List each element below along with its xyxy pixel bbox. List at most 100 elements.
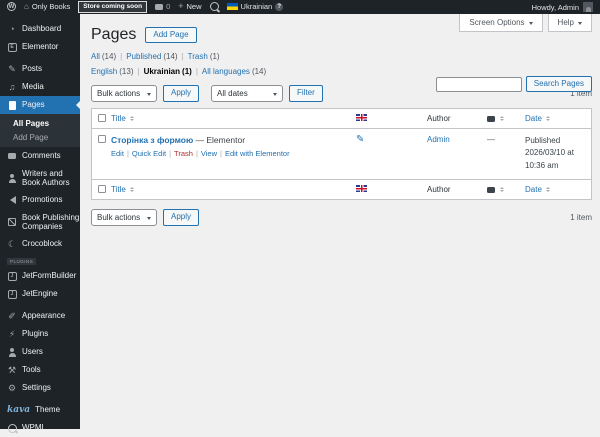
table-footer-row: Title Author Date xyxy=(92,179,591,199)
add-page-button[interactable]: Add Page xyxy=(145,26,197,44)
edit-action[interactable]: Edit xyxy=(111,149,124,158)
sidebar-item-jetformbuilder[interactable]: J JetFormBuilder xyxy=(0,267,80,285)
view-action[interactable]: View xyxy=(201,149,217,158)
sidebar-item-settings[interactable]: ⚙ Settings xyxy=(0,379,80,397)
search-pages-button[interactable]: Search Pages xyxy=(525,76,592,93)
page-title-link[interactable]: Сторінка з формою xyxy=(111,135,193,145)
site-name-link[interactable]: ⌂ Only Books xyxy=(24,2,70,11)
crocoblock-crescent-icon: ☾ xyxy=(7,238,17,249)
screen-options-tab[interactable]: Screen Options xyxy=(459,14,543,32)
comments-indicator[interactable]: 0 xyxy=(155,2,170,11)
sort-by-title[interactable]: Title xyxy=(111,185,134,194)
sort-arrows-icon xyxy=(129,185,134,194)
new-label: New xyxy=(186,2,202,12)
sidebar-item-wpml[interactable]: WPML xyxy=(0,419,80,437)
sidebar-item-label: Crocoblock xyxy=(22,239,63,249)
author-link[interactable]: Admin xyxy=(427,135,480,144)
sidebar-item-book-publishing[interactable]: Book Publishing Companies xyxy=(0,209,80,235)
sidebar-item-label: Plugins xyxy=(22,329,49,339)
sort-by-date[interactable]: Date xyxy=(525,185,550,194)
sidebar-item-label: Dashboard xyxy=(22,24,62,34)
sidebar-item-label: JetEngine xyxy=(22,289,58,299)
posts-pin-icon: ✎ xyxy=(8,63,16,74)
table-row: Сторінка з формою — Elementor Edit | Qui… xyxy=(92,129,591,179)
author-column-header: Author xyxy=(427,185,451,195)
sidebar-item-jetengine[interactable]: J JetEngine xyxy=(0,285,80,303)
filter-separator: | xyxy=(195,67,198,76)
quick-edit-action[interactable]: Quick Edit xyxy=(132,149,166,158)
admin-sidebar: ◔ Dashboard E Elementor ✎ Posts ♫ Media … xyxy=(0,14,80,433)
edit-square-icon xyxy=(7,218,17,226)
edit-with-elementor-action[interactable]: Edit with Elementor xyxy=(225,149,290,158)
sidebar-item-elementor[interactable]: E Elementor xyxy=(0,38,80,56)
action-separator: | xyxy=(220,149,222,158)
sidebar-item-promotions[interactable]: Promotions xyxy=(0,191,80,209)
edit-translation-pencil-icon[interactable]: ✎ xyxy=(356,134,364,145)
help-tab[interactable]: Help xyxy=(547,14,592,32)
user-avatar[interactable] xyxy=(583,2,593,12)
sort-by-comments[interactable] xyxy=(480,185,517,194)
sort-arrows-icon xyxy=(129,114,134,123)
kava-logo: kava xyxy=(7,405,31,415)
ukraine-flag-icon xyxy=(226,3,238,11)
filter-separator: | xyxy=(137,67,140,76)
status-filter-links: All (14) | Published (14) | Trash (1) xyxy=(91,52,592,61)
sidebar-item-label: Pages xyxy=(22,100,45,110)
sidebar-item-pages[interactable]: Pages xyxy=(0,96,80,114)
sidebar-item-writers[interactable]: Writers and Book Authors xyxy=(0,165,80,191)
plugin-icon: ⚡ xyxy=(8,328,16,339)
trash-action[interactable]: Trash xyxy=(174,149,193,158)
sort-arrows-icon xyxy=(545,114,550,123)
submenu-item-add-page[interactable]: Add Page xyxy=(0,130,80,144)
search-input[interactable] xyxy=(435,76,522,92)
filter-ukrainian-current[interactable]: Ukrainian (1) xyxy=(144,67,192,76)
select-all-checkbox[interactable] xyxy=(98,114,106,122)
sidebar-item-appearance[interactable]: ✐ Appearance xyxy=(0,307,80,325)
settings-gear-icon: ⚙ xyxy=(7,382,17,393)
wordpress-logo-icon[interactable]: W xyxy=(7,2,16,12)
date-status: Published xyxy=(525,136,561,145)
help-label: Help xyxy=(557,18,574,27)
sidebar-item-posts[interactable]: ✎ Posts xyxy=(0,60,80,78)
megaphone-icon xyxy=(7,196,17,204)
language-switcher[interactable]: Ukrainian ? xyxy=(226,2,284,12)
bulk-actions-select[interactable]: Bulk actions xyxy=(91,209,157,227)
sidebar-item-media[interactable]: ♫ Media xyxy=(0,78,80,96)
wpml-icon[interactable] xyxy=(209,2,219,12)
paintbrush-icon: ✐ xyxy=(8,310,16,321)
filter-all[interactable]: All (14) xyxy=(91,52,116,61)
sidebar-item-crocoblock[interactable]: ☾ Crocoblock xyxy=(0,235,80,253)
sort-by-comments[interactable] xyxy=(480,114,517,123)
sidebar-item-plugins[interactable]: ⚡ Plugins xyxy=(0,325,80,343)
row-checkbox[interactable] xyxy=(98,135,106,143)
sidebar-item-kava-theme[interactable]: kava Theme xyxy=(0,401,80,419)
language-label: Ukrainian xyxy=(240,2,273,12)
sort-arrows-icon xyxy=(500,185,504,194)
filter-published[interactable]: Published (14) xyxy=(126,52,177,61)
sort-by-date[interactable]: Date xyxy=(525,114,550,123)
filter-english[interactable]: English (13) xyxy=(91,67,133,76)
media-icon: ♫ xyxy=(8,81,16,92)
all-dates-select[interactable]: All dates xyxy=(211,85,284,102)
select-all-checkbox[interactable] xyxy=(98,185,106,194)
sidebar-item-label: Elementor xyxy=(22,42,59,52)
howdy-account-link[interactable]: Howdy, Admin xyxy=(532,3,579,12)
bulk-actions-select[interactable]: Bulk actions xyxy=(91,85,157,102)
filter-trash[interactable]: Trash (1) xyxy=(188,52,220,61)
submenu-item-all-pages[interactable]: All Pages xyxy=(0,116,80,130)
new-content-menu[interactable]: + New xyxy=(178,2,202,12)
filter-button[interactable]: Filter xyxy=(289,85,323,102)
sidebar-item-dashboard[interactable]: ◔ Dashboard xyxy=(0,20,80,38)
sidebar-item-tools[interactable]: ⚒ Tools xyxy=(0,361,80,379)
sidebar-item-users[interactable]: Users xyxy=(0,343,80,361)
sidebar-item-comments[interactable]: Comments xyxy=(0,147,80,165)
sort-by-title[interactable]: Title xyxy=(111,114,134,123)
apply-button[interactable]: Apply xyxy=(163,85,200,102)
sort-arrows-icon xyxy=(545,185,550,194)
chevron-down-icon xyxy=(578,21,582,27)
comment-count: 0 xyxy=(166,2,171,12)
wrench-icon: ⚒ xyxy=(7,364,17,375)
sidebar-item-label: Appearance xyxy=(22,311,66,321)
filter-all-languages[interactable]: All languages (14) xyxy=(202,67,266,76)
apply-button[interactable]: Apply xyxy=(163,209,200,226)
